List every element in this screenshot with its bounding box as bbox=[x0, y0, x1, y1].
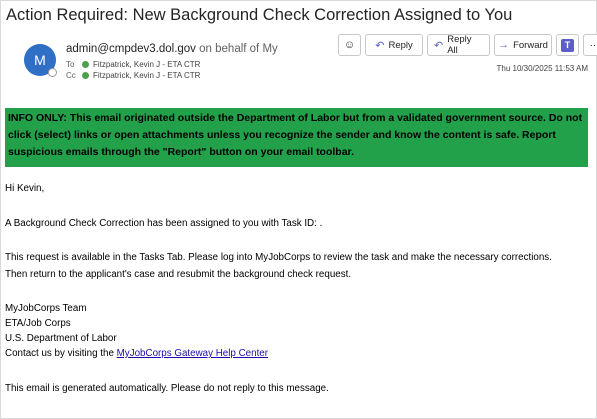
reply-all-label: Reply All bbox=[447, 34, 472, 56]
reply-button[interactable]: ↶ Reply bbox=[365, 34, 423, 56]
reply-arrow-icon: ↶ bbox=[375, 39, 385, 52]
contact-prefix: Contact us by visiting the bbox=[5, 348, 117, 359]
message-toolbar: ☺ ↶ Reply ↶ Reply All → Forward T ··· bbox=[338, 34, 597, 56]
email-subject: Action Required: New Background Check Co… bbox=[6, 6, 513, 24]
presence-dot-icon bbox=[82, 72, 89, 79]
more-actions-button[interactable]: ··· bbox=[583, 34, 597, 56]
instructions-text-1: This request is available in the Tasks T… bbox=[5, 252, 552, 263]
reply-label: Reply bbox=[388, 39, 413, 51]
more-icon: ··· bbox=[589, 39, 597, 51]
smiley-icon: ☺ bbox=[343, 39, 356, 51]
teams-icon: T bbox=[561, 38, 574, 52]
instructions-text-2: Then return to the applicant's case and … bbox=[5, 269, 352, 280]
cc-label: Cc bbox=[66, 71, 76, 80]
sender-address[interactable]: admin@cmpdev3.dol.gov bbox=[66, 43, 196, 55]
forward-button[interactable]: → Forward bbox=[494, 34, 552, 56]
sent-date: Thu 10/30/2025 11:53 AM bbox=[496, 64, 588, 73]
to-line: To Fitzpatrick, Kevin J - ETA CTR bbox=[66, 60, 200, 69]
presence-dot-icon bbox=[82, 61, 89, 68]
to-recipient[interactable]: Fitzpatrick, Kevin J - ETA CTR bbox=[93, 60, 200, 69]
to-label: To bbox=[66, 60, 75, 69]
sender-avatar[interactable]: M bbox=[24, 44, 57, 77]
cc-recipient[interactable]: Fitzpatrick, Kevin J - ETA CTR bbox=[93, 71, 200, 80]
cc-line: Cc Fitzpatrick, Kevin J - ETA CTR bbox=[66, 71, 200, 80]
reply-all-icon: ↶ bbox=[434, 39, 444, 52]
signature-team: MyJobCorps Team bbox=[5, 303, 87, 314]
greeting-text: Hi Kevin, bbox=[5, 183, 45, 194]
contact-line: Contact us by visiting the MyJobCorps Ga… bbox=[5, 348, 268, 359]
sender-line: admin@cmpdev3.dol.gov on behalf of My bbox=[66, 43, 278, 55]
auto-generated-notice: This email is generated automatically. P… bbox=[5, 383, 329, 394]
external-warning-banner: INFO ONLY: This email originated outside… bbox=[5, 108, 588, 167]
teams-share-button[interactable]: T bbox=[556, 34, 579, 56]
emoji-reaction-button[interactable]: ☺ bbox=[338, 34, 361, 56]
signature-org: ETA/Job Corps bbox=[5, 318, 71, 329]
task-assigned-text: A Background Check Correction has been a… bbox=[5, 218, 323, 229]
sender-on-behalf: on behalf of My bbox=[199, 43, 278, 55]
forward-arrow-icon: → bbox=[498, 39, 510, 51]
reply-all-button[interactable]: ↶ Reply All bbox=[427, 34, 490, 56]
signature-department: U.S. Department of Labor bbox=[5, 333, 117, 344]
help-center-link[interactable]: MyJobCorps Gateway Help Center bbox=[117, 348, 268, 359]
forward-label: Forward bbox=[513, 39, 548, 51]
avatar-initial: M bbox=[34, 52, 46, 68]
presence-indicator bbox=[48, 68, 57, 77]
